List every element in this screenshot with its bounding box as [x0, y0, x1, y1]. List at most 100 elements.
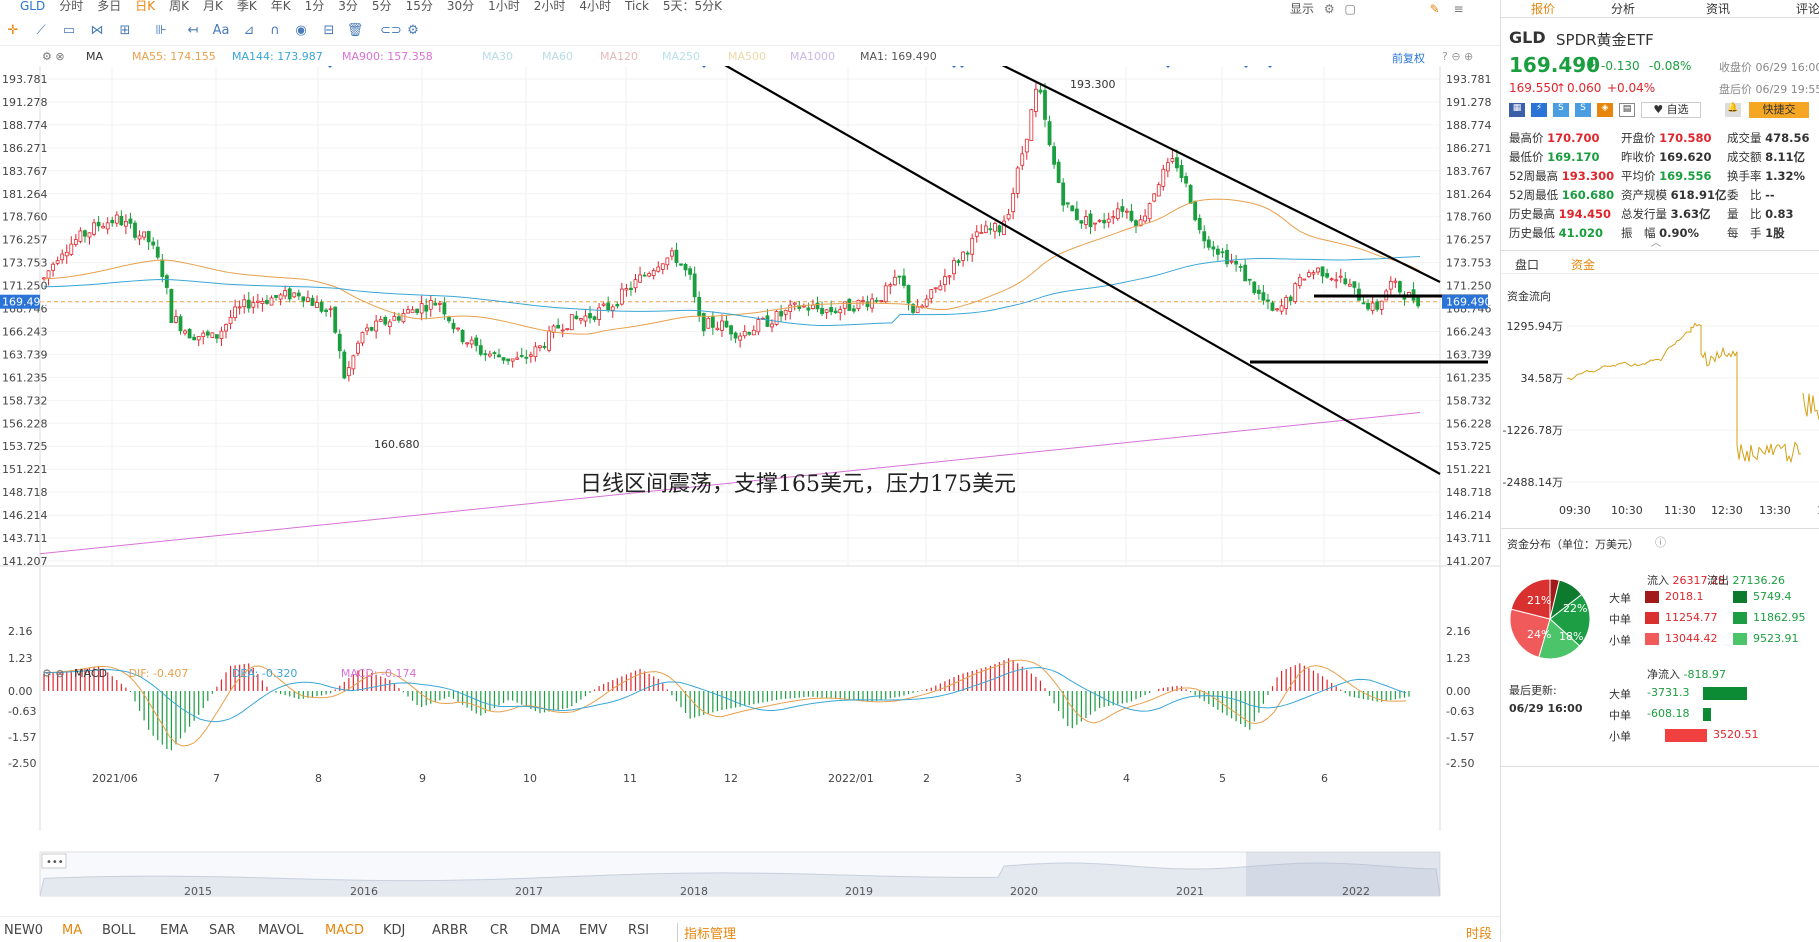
period-tab[interactable]: 分时 — [59, 0, 83, 13]
candle-body — [1043, 90, 1047, 120]
arrow-tool-icon[interactable]: ↤ — [184, 22, 202, 40]
settings-icon[interactable]: ⚙ — [404, 22, 422, 40]
trash-icon[interactable]: 🗑 — [346, 22, 364, 40]
period-tab[interactable]: 2小时 — [534, 0, 566, 13]
line-tool-icon[interactable]: ⟋ — [32, 22, 50, 40]
price-tick-right: 166.243 — [1446, 325, 1492, 338]
fib-tool-icon[interactable]: ⊪ — [152, 22, 170, 40]
period-tab[interactable]: 多日 — [97, 0, 121, 13]
s-icon[interactable]: S — [1553, 103, 1569, 117]
tab-orderbook[interactable]: 盘口 — [1515, 256, 1539, 273]
period-tab[interactable]: 年K — [271, 0, 291, 13]
gear-icon[interactable]: ⚙ — [1324, 2, 1335, 16]
zoom-controls-icon[interactable]: ? ⊖ ⊕ — [1442, 50, 1473, 63]
candle-body — [242, 299, 247, 308]
candle-body — [1074, 208, 1079, 220]
candle-body — [829, 307, 834, 313]
indicator-tab[interactable]: 指标管理 — [677, 923, 736, 942]
quick-trade-button[interactable]: 快捷交 — [1749, 102, 1809, 118]
period-tab[interactable]: 5分 — [372, 0, 392, 13]
ma250-label: MA250 — [662, 50, 701, 63]
indicator-tab[interactable]: EMV — [579, 923, 607, 938]
period-tab[interactable]: 15分 — [406, 0, 433, 13]
symbol-label[interactable]: GLD — [20, 0, 45, 13]
macd-value-label: MACD: -0.174 — [340, 667, 417, 680]
rect-tool-icon[interactable]: ▭ — [60, 22, 78, 40]
candle-body — [1161, 168, 1166, 187]
indicator-tab[interactable]: MAVOL — [258, 923, 303, 938]
doc-icon[interactable]: ▤ — [1619, 103, 1635, 117]
candle-body — [774, 311, 779, 325]
menu-icon[interactable]: ≡ — [1454, 2, 1464, 16]
s2-icon[interactable]: S — [1575, 103, 1591, 117]
candle-body — [196, 335, 201, 341]
ma500-label: MA500 — [728, 50, 767, 63]
indicator-tab[interactable]: SAR — [209, 923, 235, 938]
indicator-tab[interactable]: MA — [62, 923, 82, 938]
help-icon[interactable]: ⓘ — [1655, 534, 1666, 550]
candle-body — [1316, 267, 1320, 273]
macd-tick-left: -0.63 — [8, 705, 36, 718]
candle-body — [660, 263, 665, 270]
candle-body — [346, 367, 351, 377]
price-tick-right: 173.753 — [1446, 257, 1492, 270]
candle-body — [178, 316, 183, 332]
candle-body — [556, 324, 561, 329]
candle-body — [597, 307, 601, 320]
tab-quote[interactable]: 报价 — [1531, 0, 1555, 17]
candle-body — [210, 332, 215, 338]
period-tab[interactable]: 周K — [169, 0, 189, 13]
display-menu[interactable]: 显示 — [1290, 2, 1314, 16]
bell-icon[interactable]: 🔔 — [1725, 103, 1741, 117]
period-tab[interactable]: 季K — [237, 0, 257, 13]
indicator-tab[interactable]: DMA — [530, 923, 560, 938]
layout-icon[interactable]: ▢ — [1344, 2, 1355, 16]
restore-button[interactable]: 前复权 — [1392, 50, 1425, 66]
period-tab[interactable]: 1分 — [305, 0, 325, 13]
macd-settings-icon[interactable]: ⚙ ⊗ — [42, 667, 65, 680]
period-tab[interactable]: 3分 — [338, 0, 358, 13]
macd-tick-left: -1.57 — [8, 731, 36, 744]
chart-icon[interactable]: ⚡ — [1531, 103, 1547, 117]
period-tab[interactable]: 日K — [135, 0, 155, 13]
indicator-tab[interactable]: ARBR — [432, 923, 468, 938]
tag-icon[interactable]: ◈ — [1597, 103, 1613, 117]
indicator-tab[interactable]: KDJ — [383, 923, 405, 938]
indicator-tab[interactable]: BOLL — [102, 923, 135, 938]
fork-tool-icon[interactable]: ⋈ — [88, 22, 106, 40]
indicator-tab[interactable]: RSI — [628, 923, 649, 938]
lock-icon[interactable]: ⊟ — [320, 22, 338, 40]
ma-settings-icon[interactable]: ⚙ ⊗ — [42, 50, 65, 63]
tab-analysis[interactable]: 分析 — [1611, 0, 1635, 17]
tab-comments[interactable]: 评论 — [1796, 0, 1819, 17]
eye-icon[interactable]: ◉ — [292, 22, 310, 40]
period-tab[interactable]: 4小时 — [579, 0, 611, 13]
pen-icon[interactable]: ✎ — [1430, 2, 1440, 16]
measure-tool-icon[interactable]: ⊿ — [240, 22, 258, 40]
price-tick-right: 171.250 — [1446, 280, 1492, 293]
period-tab[interactable]: 5天：5分K — [663, 0, 722, 13]
period-tab[interactable]: Tick — [625, 0, 649, 13]
period-tab[interactable]: 30分 — [447, 0, 474, 13]
price-tick-right: 178.760 — [1446, 211, 1492, 224]
session-button[interactable]: 时段 — [1466, 923, 1492, 942]
magnet-icon[interactable]: ∩ — [266, 22, 284, 40]
indicator-tab[interactable]: NEW0 — [4, 923, 43, 938]
watchlist-button[interactable]: ♥ 自选 — [1641, 102, 1701, 118]
indicator-tab[interactable]: EMA — [160, 923, 188, 938]
crosshair-icon[interactable]: ✛ — [4, 22, 22, 40]
collapse-icon[interactable]: ︿ — [1651, 234, 1661, 249]
period-tab[interactable]: 月K — [203, 0, 223, 13]
text-tool-icon[interactable]: Aa — [212, 22, 230, 40]
flag-icon[interactable]: ▦ — [1509, 103, 1525, 117]
tab-news[interactable]: 资讯 — [1706, 0, 1730, 17]
flow-tick: 1295.94万 — [1507, 320, 1564, 333]
link-icon[interactable]: ⊂⊃ — [380, 22, 402, 40]
period-tab[interactable]: 1小时 — [488, 0, 520, 13]
candle-body — [538, 345, 542, 349]
indicator-tab[interactable]: MACD — [325, 923, 364, 938]
tab-funds[interactable]: 资金 — [1571, 256, 1595, 273]
stat-item: 52周最高 193.300 — [1509, 169, 1615, 183]
indicator-tab[interactable]: CR — [490, 923, 508, 938]
grid-tool-icon[interactable]: ⊞ — [116, 22, 134, 40]
